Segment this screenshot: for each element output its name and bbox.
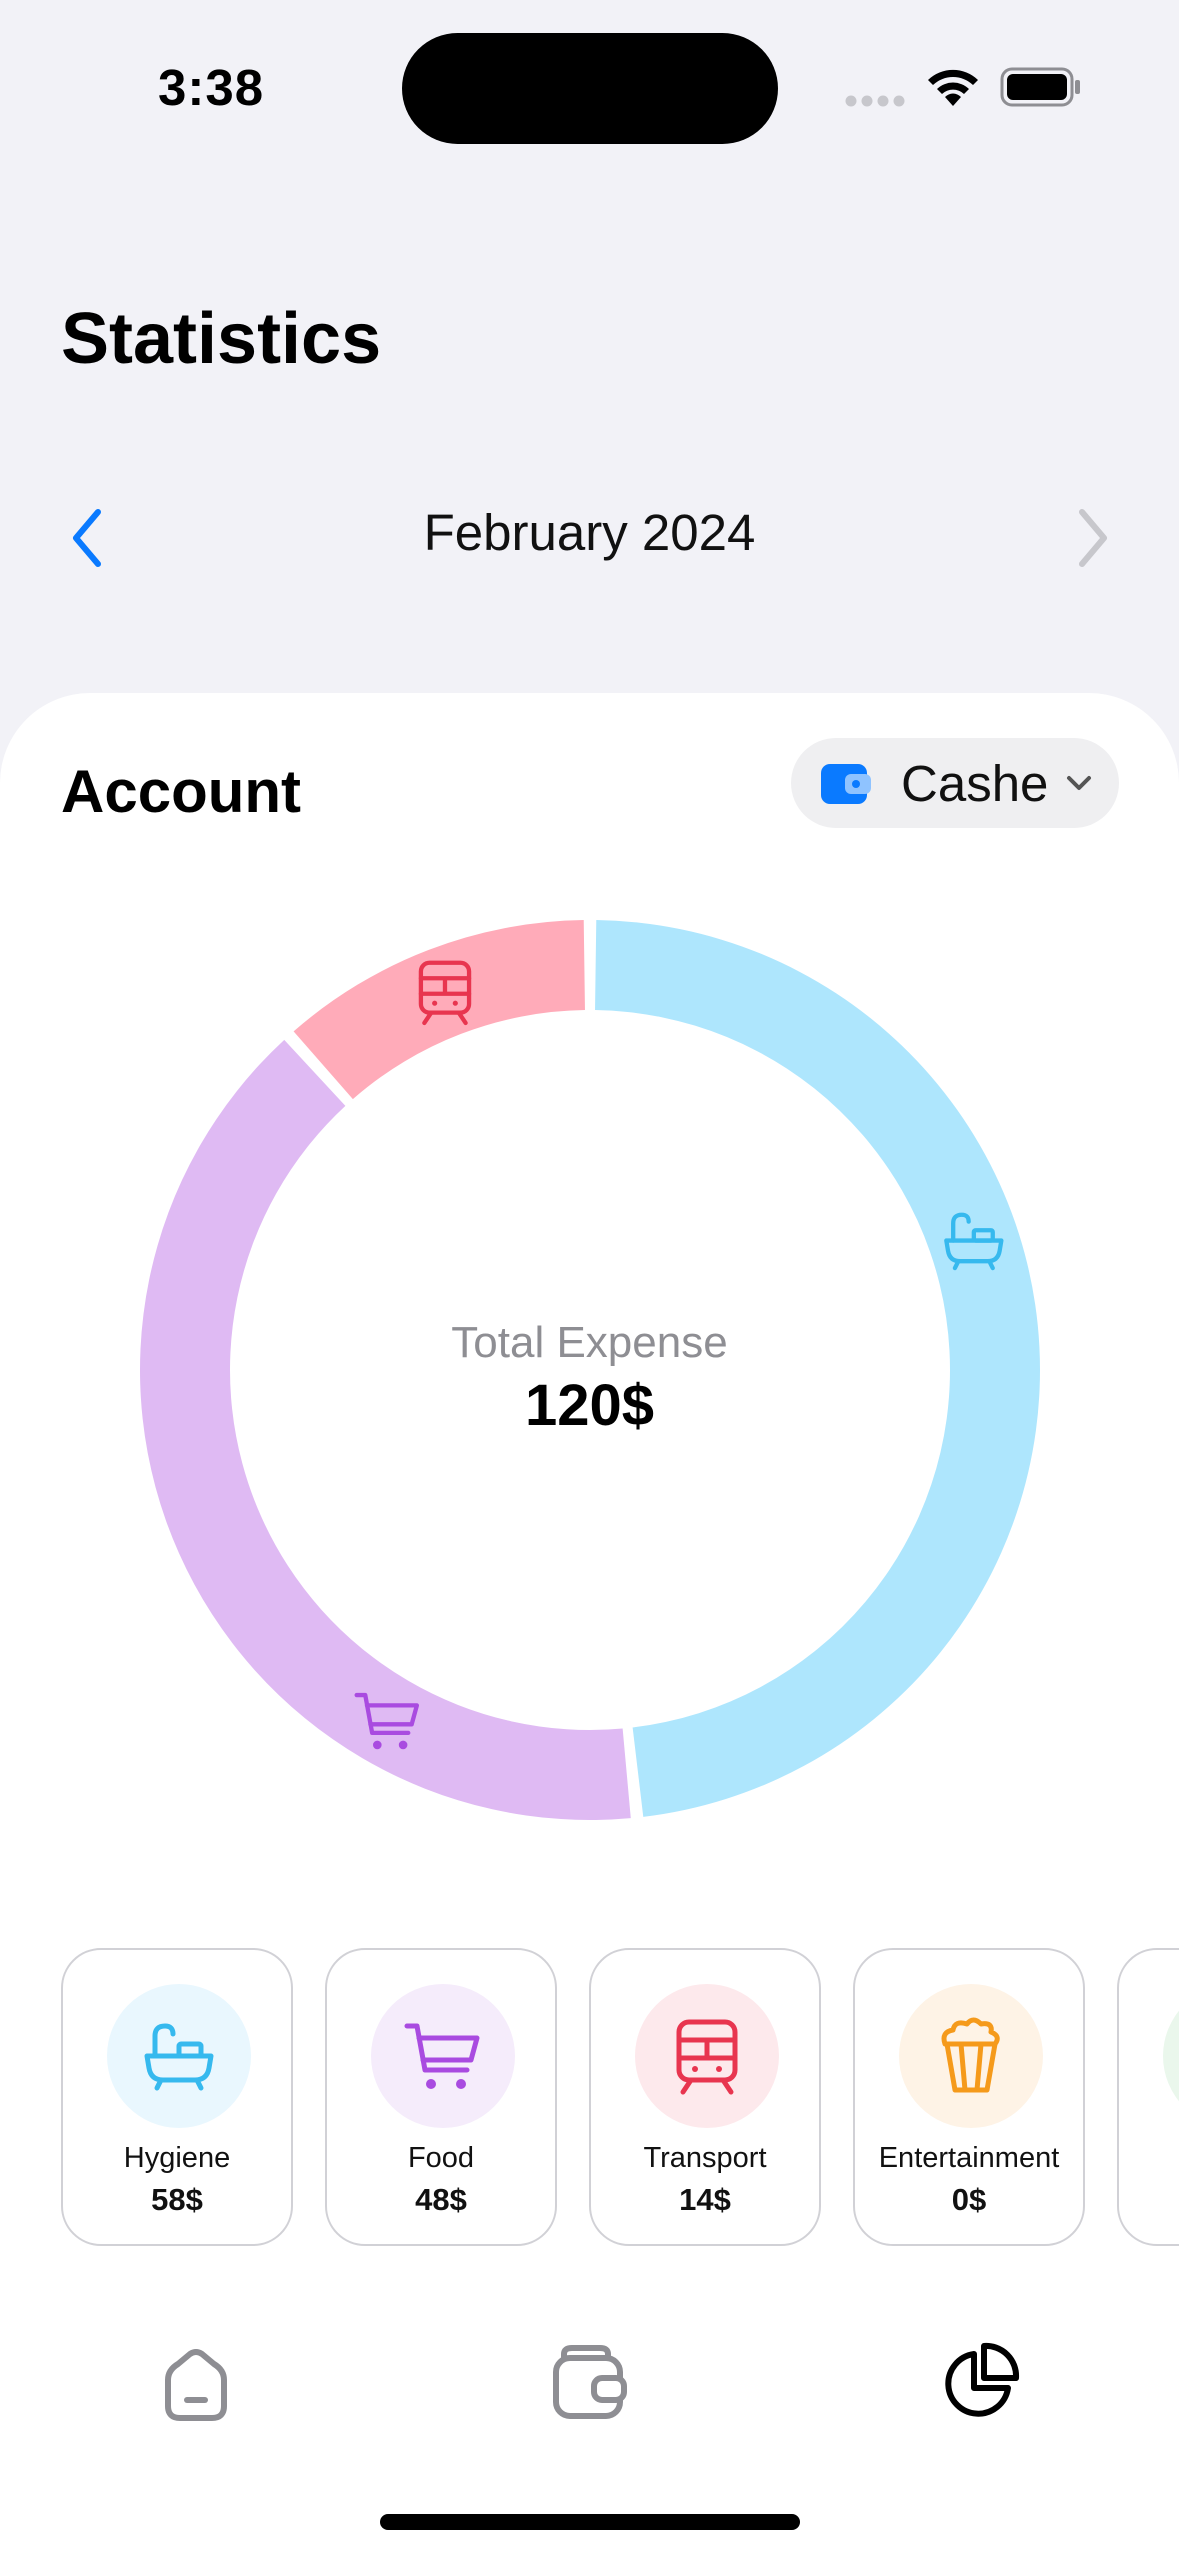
category-name: Entertainment [878,2142,1060,2174]
shopping-cart-icon [404,2023,480,2089]
chevron-down-icon [1067,776,1092,790]
category-amount: 14$ [679,2182,731,2217]
category-card-food[interactable]: Food 48$ [325,1948,557,2246]
category-card-transport[interactable]: Transport 14$ [589,1948,821,2246]
total-expense-value: 120$ [524,1373,655,1438]
category-name: Transport [643,2142,767,2174]
account-selector-label: Cashe [901,754,1049,812]
pie-chart-icon [945,2342,1020,2417]
category-amount: 0$ [951,2182,987,2217]
statistics-screen: 3:38 Statistics February 2024 Account Ca… [0,0,1179,2556]
month-label: February 2024 [423,504,756,561]
category-icon-circle [371,1984,515,2128]
category-icon-circle [1163,1984,1179,2128]
tab-home[interactable] [156,2340,236,2426]
home-icon [165,2349,227,2421]
wallet-icon [553,2345,627,2419]
expense-donut-chart [140,920,1041,1820]
account-heading: Account [61,758,301,825]
category-card-entertainment[interactable]: Entertainment 0$ [853,1948,1085,2246]
donut-slice-hygiene [595,920,1041,1817]
wifi-icon [928,69,978,106]
category-card-hygiene[interactable]: Hygiene 58$ [61,1948,293,2246]
category-icon-circle [899,1984,1043,2128]
popcorn-icon [941,2017,1000,2093]
category-name: Hygiene [123,2142,231,2174]
category-icon-circle [635,1984,779,2128]
dynamic-island [402,33,778,144]
account-selector[interactable]: Cashe [791,738,1119,828]
category-name: Food [407,2142,475,2174]
category-amount: 48$ [415,2182,467,2217]
battery-icon [1000,67,1080,107]
wallet-icon [821,764,871,804]
bathtub-icon [144,2023,214,2091]
tab-statistics[interactable] [940,2340,1020,2426]
donut-slice-transport [293,920,585,1100]
cellular-signal-icon [845,95,905,107]
train-icon [676,2019,738,2095]
category-cards: Hygiene 58$ Food 48$ Transport 14$ Entertai… [61,1948,1179,2246]
category-icon-circle [107,1984,251,2128]
category-amount: 58$ [151,2182,203,2217]
total-expense-label: Total Expense [451,1318,728,1367]
tab-wallet[interactable] [550,2340,630,2426]
category-card[interactable] [1117,1948,1179,2246]
page-title: Statistics [61,299,382,379]
status-time: 3:38 [158,59,265,116]
next-month-chevron-icon[interactable] [1060,498,1120,578]
home-indicator [380,2514,800,2530]
